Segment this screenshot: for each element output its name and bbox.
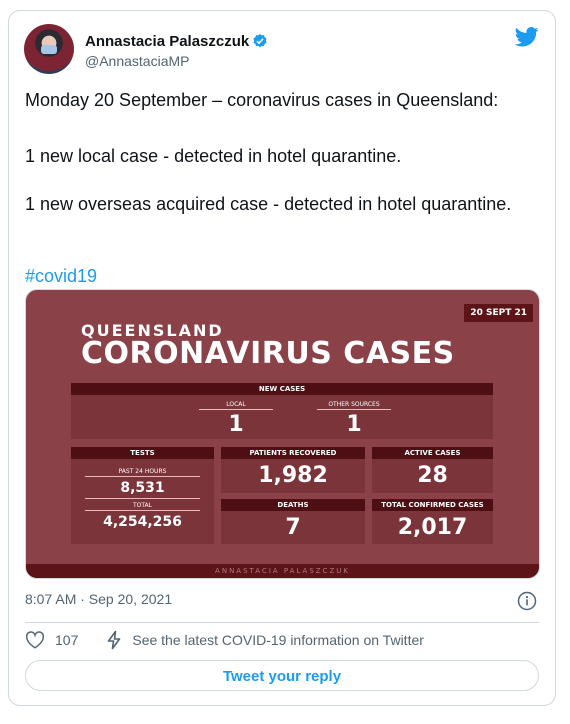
deaths-value: 7 bbox=[285, 515, 301, 540]
other-sources-value: 1 bbox=[346, 412, 362, 437]
tweet-line-2: 1 new local case - detected in hotel qua… bbox=[25, 146, 402, 166]
info-icon[interactable] bbox=[517, 591, 537, 611]
tweet-actions: 107 See the latest COVID-19 information … bbox=[25, 629, 424, 651]
image-date: 20 SEPT 21 bbox=[464, 304, 533, 322]
author-name-text[interactable]: Annastacia Palaszczuk bbox=[85, 33, 249, 50]
tweet-line-1: Monday 20 September – coronavirus cases … bbox=[25, 90, 499, 110]
new-cases-panel: NEW CASES LOCAL 1 OTHER SOURCES 1 bbox=[71, 383, 493, 439]
recovered-panel: PATIENTS RECOVERED 1,982 bbox=[221, 447, 365, 493]
author-name[interactable]: Annastacia Palaszczuk bbox=[85, 33, 268, 50]
hashtag-link[interactable]: #covid19 bbox=[25, 264, 97, 288]
like-count[interactable]: 107 bbox=[55, 632, 78, 648]
active-header: ACTIVE CASES bbox=[372, 447, 493, 459]
lightning-icon bbox=[108, 630, 121, 650]
image-footer: ANNASTACIA PALASZCZUK bbox=[26, 564, 539, 578]
local-value: 1 bbox=[228, 412, 244, 437]
tweet-card: Annastacia Palaszczuk @AnnastaciaMP Mond… bbox=[8, 10, 556, 706]
other-sources-label: OTHER SOURCES bbox=[328, 401, 380, 408]
tests-total-value: 4,254,256 bbox=[103, 514, 182, 530]
active-panel: ACTIVE CASES 28 bbox=[372, 447, 493, 493]
like-heart-icon[interactable] bbox=[25, 631, 45, 649]
recovered-value: 1,982 bbox=[258, 463, 328, 488]
deaths-panel: DEATHS 7 bbox=[221, 499, 365, 544]
tests-past24-value: 8,531 bbox=[120, 480, 165, 496]
twitter-logo-icon[interactable] bbox=[515, 27, 539, 47]
tweet-image[interactable]: 20 SEPT 21 QUEENSLAND CORONAVIRUS CASES … bbox=[25, 289, 540, 579]
covid-info-link[interactable]: See the latest COVID-19 information on T… bbox=[132, 632, 424, 648]
divider bbox=[25, 622, 539, 623]
tests-past24-label: PAST 24 HOURS bbox=[118, 468, 167, 475]
recovered-header: PATIENTS RECOVERED bbox=[221, 447, 365, 459]
confirmed-header: TOTAL CONFIRMED CASES bbox=[372, 499, 493, 511]
verified-badge-icon bbox=[253, 34, 267, 48]
tweet-text: Monday 20 September – coronavirus cases … bbox=[25, 88, 545, 286]
avatar[interactable] bbox=[24, 24, 74, 74]
tweet-reply-button[interactable]: Tweet your reply bbox=[25, 660, 539, 691]
active-value: 28 bbox=[417, 463, 448, 488]
author-handle[interactable]: @AnnastaciaMP bbox=[85, 53, 189, 69]
tweet-timestamp[interactable]: 8:07 AM · Sep 20, 2021 bbox=[25, 591, 172, 607]
new-cases-header: NEW CASES bbox=[71, 383, 493, 395]
tweet-line-3: 1 new overseas acquired case - detected … bbox=[25, 194, 512, 214]
tests-total-label: TOTAL bbox=[132, 502, 153, 509]
confirmed-value: 2,017 bbox=[397, 515, 468, 540]
image-title: CORONAVIRUS CASES bbox=[81, 336, 455, 371]
confirmed-panel: TOTAL CONFIRMED CASES 2,017 bbox=[372, 499, 493, 544]
local-label: LOCAL bbox=[226, 401, 246, 408]
tests-header: TESTS bbox=[71, 447, 214, 459]
tests-panel: TESTS PAST 24 HOURS 8,531 TOTAL 4,254,25… bbox=[71, 447, 214, 544]
deaths-header: DEATHS bbox=[221, 499, 365, 511]
